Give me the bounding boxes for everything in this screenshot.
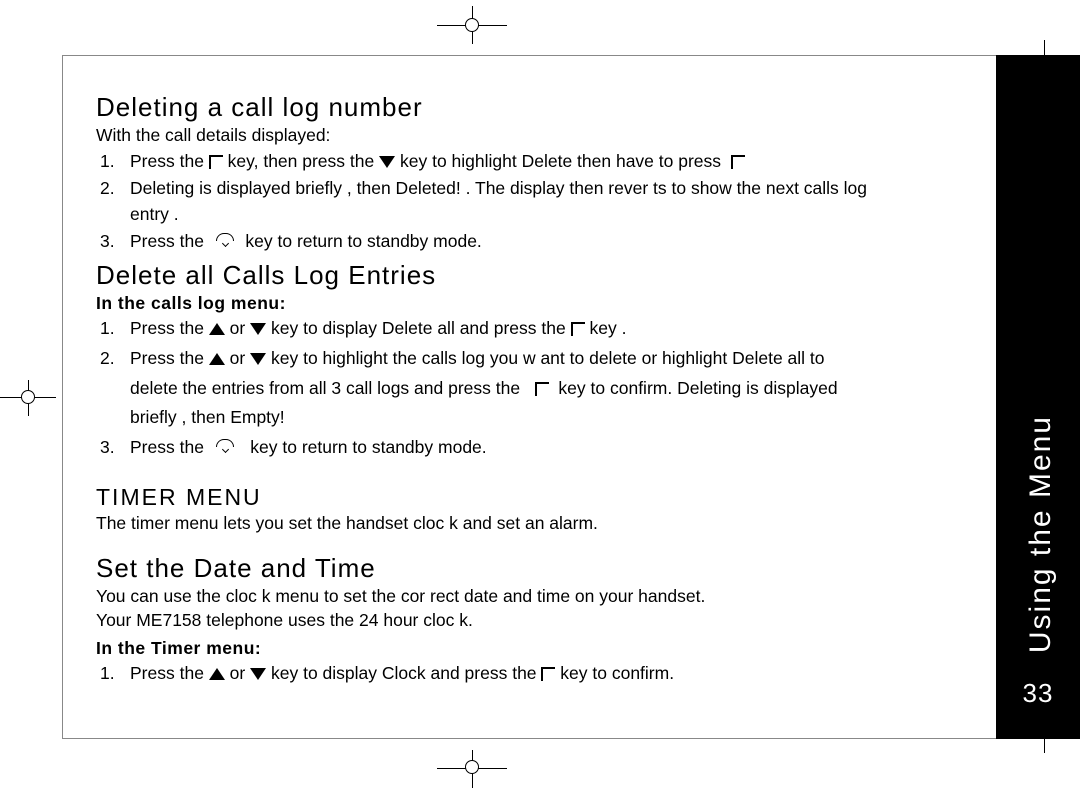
step-text: key, then press the [228, 151, 379, 171]
list-item: 1. Press the key, then press the key to … [96, 149, 876, 174]
list-item: 3. Press the key to return to standby mo… [96, 435, 876, 460]
step-text: key to highlight Delete then have to pre… [400, 151, 726, 171]
down-arrow-icon [379, 156, 395, 168]
menu-key-icon [541, 667, 555, 681]
step-text: Press the [130, 151, 209, 171]
menu-key-icon [731, 155, 745, 169]
steps-list: 1. Press the or key to display Clock and… [96, 661, 876, 686]
steps-list: 1. Press the key, then press the key to … [96, 149, 876, 255]
registration-circle-icon [465, 18, 479, 32]
body-text: Your ME7158 telephone uses the 24 hour c… [96, 610, 876, 632]
list-item: 2. Deleting is displayed briefly , then … [96, 176, 876, 227]
menu-key-icon [535, 382, 549, 396]
page-number: 33 [996, 678, 1080, 709]
heading-deleting-call-log-number: Deleting a call log number [96, 92, 876, 123]
list-item: 1. Press the or key to display Clock and… [96, 661, 876, 686]
end-call-key-icon [214, 233, 236, 249]
tab-label: Using the Menu [1024, 415, 1058, 653]
heading-set-date-time: Set the Date and Time [96, 553, 876, 584]
step-text: Press the [130, 437, 209, 457]
menu-key-icon [571, 322, 585, 336]
heading-delete-all-calls-log: Delete all Calls Log Entries [96, 260, 876, 291]
down-arrow-icon [250, 353, 266, 365]
manual-page: Deleting a call log number With the call… [0, 0, 1080, 793]
list-item: 2. Press the or key to highlight the cal… [96, 344, 876, 433]
steps-list: 1. Press the or key to display Delete al… [96, 316, 876, 460]
list-item: 1. Press the or key to display Delete al… [96, 316, 876, 341]
step-text: key to display Clock and press the [271, 663, 541, 683]
end-call-key-icon [214, 439, 236, 455]
step-text: Press the [130, 231, 209, 251]
step-text: key to return to standby mode. [250, 437, 486, 457]
intro-text: In the Timer menu: [96, 638, 876, 659]
intro-text: The timer menu lets you set the handset … [96, 513, 876, 535]
up-arrow-icon [209, 353, 225, 365]
list-item: 3. Press the key to return to standby mo… [96, 229, 876, 254]
step-text: Deleting is displayed briefly , then Del… [130, 178, 867, 223]
registration-circle-icon [465, 760, 479, 774]
intro-text: With the call details displayed: [96, 125, 876, 147]
heading-timer-menu: TIMER MENU [96, 484, 876, 511]
registration-circle-icon [21, 390, 35, 404]
step-text: key to display Delete all and press the [271, 318, 571, 338]
step-text: Press the [130, 348, 209, 368]
down-arrow-icon [250, 668, 266, 680]
page-frame [62, 55, 63, 739]
up-arrow-icon [209, 323, 225, 335]
page-content: Deleting a call log number With the call… [96, 86, 876, 692]
step-text: key to return to standby mode. [245, 231, 481, 251]
step-text: or [230, 348, 250, 368]
step-text: key to confirm. [560, 663, 674, 683]
page-frame [62, 738, 1044, 739]
up-arrow-icon [209, 668, 225, 680]
menu-key-icon [209, 155, 223, 169]
step-text: or [230, 663, 250, 683]
intro-text: In the calls log menu: [96, 293, 876, 314]
step-text: or [230, 318, 250, 338]
down-arrow-icon [250, 323, 266, 335]
section-tab: Using the Menu 33 [996, 55, 1080, 739]
step-text: Press the [130, 663, 209, 683]
body-text: You can use the cloc k menu to set the c… [96, 586, 876, 608]
page-frame [62, 55, 1044, 56]
step-text: Press the [130, 318, 209, 338]
step-text: key . [589, 318, 626, 338]
